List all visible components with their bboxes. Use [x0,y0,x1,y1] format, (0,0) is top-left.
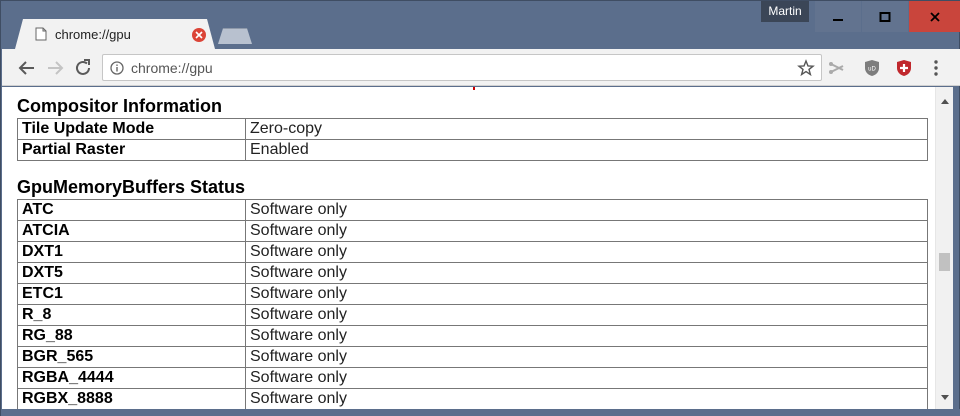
row-key: DXT1 [17,241,246,263]
compositor-information-heading: Compositor Information [17,96,222,116]
row-value: Software only [245,220,928,242]
row-key: ATCIA [17,220,246,242]
tab-title: chrome://gpu [55,27,131,42]
table-row: DXT5 Software only [17,262,928,284]
browser-window: chrome://gpu Martin chrome://gpu uD Comp… [0,0,960,416]
window-bottom-border [1,409,960,416]
row-key: RGBX_8888 [17,388,246,409]
gpu-memory-buffers-heading: GpuMemoryBuffers Status [17,177,246,197]
row-key: R_8 [17,304,246,326]
row-value: Software only [245,367,928,389]
row-key: ATC [17,199,246,221]
row-value: Enabled [245,139,928,161]
row-key: ETC1 [17,283,246,305]
tab-chrome-gpu[interactable]: chrome://gpu [15,19,215,49]
close-button[interactable] [909,1,960,32]
close-icon [930,11,940,22]
row-value: Software only [245,241,928,263]
scroll-down-icon[interactable] [941,387,949,405]
table-row: Partial Raster Enabled [17,139,928,161]
table-row: ATC Software only [17,199,928,221]
svg-text:uD: uD [868,67,876,73]
row-value: Software only [245,199,928,221]
table-row: RGBA_4444 Software only [17,367,928,389]
title-bar: chrome://gpu Martin [1,1,960,49]
row-key: Partial Raster [17,139,246,161]
row-value: Software only [245,262,928,284]
row-key: RG_88 [17,325,246,347]
ublock-icon[interactable]: uD [862,58,882,78]
table-row: RGBX_8888 Software only [17,388,928,409]
vertical-scrollbar[interactable] [935,87,953,409]
page-icon [35,27,47,41]
row-value: Software only [245,346,928,368]
row-key: DXT5 [17,262,246,284]
shield-extension-icon[interactable] [894,58,914,78]
forward-arrow-icon[interactable] [44,57,66,79]
back-arrow-icon[interactable] [16,57,38,79]
row-key: BGR_565 [17,346,246,368]
table-row: DXT1 Software only [17,241,928,263]
row-value: Software only [245,304,928,326]
table-row: ETC1 Software only [17,283,928,305]
address-bar[interactable]: chrome://gpu [102,54,822,81]
table-row: Tile Update Mode Zero-copy [17,118,928,140]
profile-name[interactable]: Martin [761,1,809,22]
scrollbar-thumb[interactable] [939,253,950,271]
menu-dots-icon[interactable] [926,58,946,78]
minimize-icon [833,18,843,21]
table-row: RG_88 Software only [17,325,928,347]
gpu-memory-buffers-table: ATC Software only ATCIA Software only DXT1… [17,199,928,409]
scissors-icon[interactable] [828,58,848,78]
new-tab-button[interactable] [218,28,252,44]
tab-close-icon[interactable] [192,28,206,42]
table-row: ATCIA Software only [17,220,928,242]
row-key: RGBA_4444 [17,367,246,389]
table-row: R_8 Software only [17,304,928,326]
maximize-icon [879,11,891,22]
star-icon[interactable] [797,59,815,77]
row-value: Software only [245,388,928,409]
maximize-button[interactable] [862,1,908,32]
row-value: Software only [245,283,928,305]
minimize-button[interactable] [815,1,861,32]
row-value: Software only [245,325,928,347]
row-key: Tile Update Mode [17,118,246,140]
reload-icon[interactable] [72,57,94,79]
table-row: BGR_565 Software only [17,346,928,368]
red-marker [473,87,475,90]
row-value: Zero-copy [245,118,928,140]
page-content: Compositor Information Tile Update Mode … [2,87,935,409]
toolbar: chrome://gpu uD [2,49,960,86]
compositor-table: Tile Update Mode Zero-copy Partial Raste… [17,118,928,161]
scroll-up-icon[interactable] [941,91,949,109]
url-text: chrome://gpu [131,60,213,76]
info-icon[interactable] [110,61,124,75]
